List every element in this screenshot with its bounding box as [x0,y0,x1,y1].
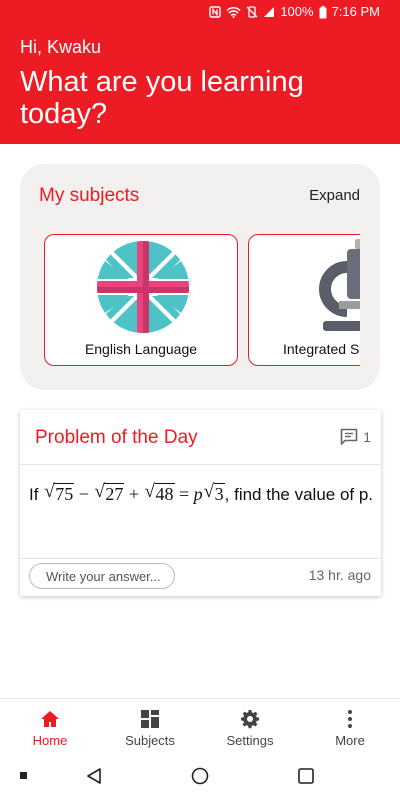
bottom-navigation: Home Subjects Settings More [0,698,400,752]
expand-button[interactable]: Expand [309,187,360,204]
comment-count: 1 [363,429,371,445]
subjects-carousel[interactable]: English Language Integrated Science [44,234,360,368]
nav-label: Home [32,733,68,748]
problem-equation: √ 75 − √ 27 + √ 48 = p √ 3 [43,481,225,504]
status-bar: 100% 7:16 PM [0,0,400,24]
comment-icon [340,428,358,445]
my-subjects-card: My subjects Expand English Language Inte… [20,164,380,390]
status-icons: 100% 7:16 PM [209,4,380,20]
nav-settings[interactable]: Settings [200,699,300,753]
problem-suffix: , find the value of p. [224,485,374,504]
comments-button[interactable]: 1 [339,427,371,447]
nav-label: More [335,733,365,748]
back-icon[interactable] [85,767,103,785]
divider [20,464,381,465]
greeting: Hi, Kwaku [20,37,102,57]
system-navigation-bar [0,752,400,800]
vibrate-off-icon [246,6,258,18]
my-subjects-title: My subjects [39,185,140,206]
answer-input[interactable] [29,563,175,589]
recent-dot-icon[interactable] [20,772,28,780]
header: Hi, Kwaku What are you learning today? [0,24,400,144]
battery-icon [319,5,327,18]
overview-square-icon[interactable] [297,767,315,785]
problem-prefix: If [29,485,39,504]
problem-text: If √ 75 − √ 27 + √ 48 = p √ 3, find the value… [29,480,374,509]
more-vertical-icon [348,710,352,728]
nav-home[interactable]: Home [0,699,100,753]
subject-tile-english[interactable]: English Language [44,234,238,366]
divider [20,558,381,559]
home-icon [41,711,59,727]
nav-subjects[interactable]: Subjects [100,699,200,753]
problem-of-the-day-card: Problem of the Day 1 If √ 75 − √ 27 + √ 48 … [20,410,381,596]
wifi-icon [226,6,241,18]
page-title: What are you learning today? [20,66,304,130]
problem-title: Problem of the Day [35,427,198,448]
home-circle-icon[interactable] [191,767,209,785]
radical: √ 75 [44,481,75,504]
app-screen: 100% 7:16 PM Hi, Kwaku What are you lear… [0,0,400,800]
nav-more[interactable]: More [300,699,400,753]
battery-percent: 100% [280,4,314,19]
status-time: 7:16 PM [331,4,380,19]
nav-label: Settings [226,733,274,748]
radical: √ 3 [203,481,225,504]
radical: √ 48 [144,481,175,504]
radical: √ 27 [94,481,125,504]
signal-icon [264,7,275,17]
nav-label: Subjects [125,733,175,748]
gear-icon [241,710,260,729]
grid-icon [141,710,159,728]
microscope-icon [319,239,360,331]
problem-timestamp: 13 hr. ago [308,567,371,583]
nfc-icon [209,6,222,18]
subject-tile-integrated-science[interactable]: Integrated Science [248,234,360,366]
union-flag-icon [97,241,189,333]
subject-label: English Language [84,341,198,357]
subject-label: Integrated Science [283,341,360,357]
